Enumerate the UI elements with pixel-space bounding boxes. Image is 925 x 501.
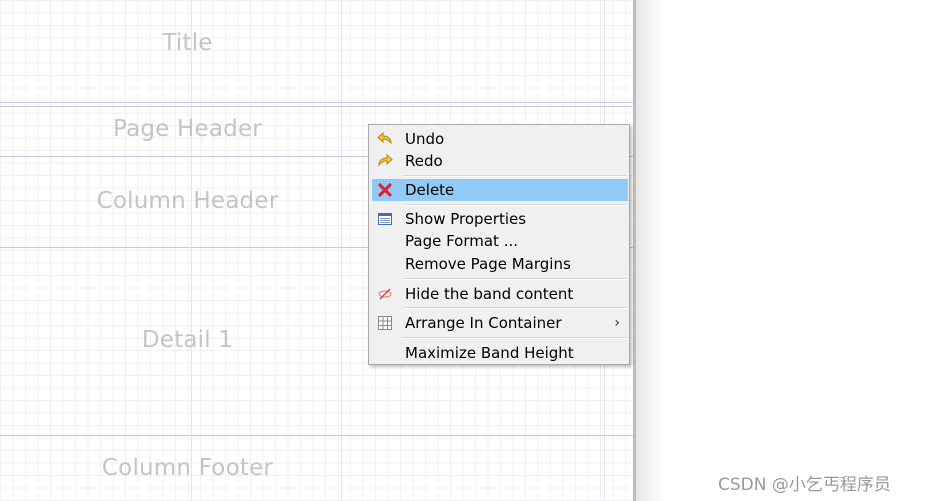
menu-separator [403, 175, 627, 177]
watermark: CSDN @小乞丐程序员 [718, 475, 891, 495]
canvas-shadow [636, 0, 664, 501]
band-column-footer-label: Column Footer [101, 455, 274, 481]
context-menu: Undo Redo Delete Show Properties Page Fo… [368, 124, 630, 365]
menu-separator [403, 307, 627, 309]
menu-item-undo[interactable]: Undo [372, 128, 628, 150]
band-separator[interactable] [0, 106, 633, 107]
menu-item-label: Show Properties [405, 210, 527, 228]
menu-item-label: Maximize Band Height [405, 344, 574, 362]
menu-separator [403, 204, 627, 206]
band-title-label: Title [162, 30, 213, 56]
band-separator[interactable] [0, 102, 633, 103]
band-detail-label: Detail 1 [141, 327, 234, 353]
redo-icon [377, 153, 393, 169]
properties-icon [377, 211, 393, 227]
menu-item-label: Undo [405, 130, 445, 148]
menu-item-show-properties[interactable]: Show Properties [372, 208, 628, 230]
menu-item-label: Page Format ... [405, 232, 519, 250]
menu-item-page-format[interactable]: Page Format ... [372, 230, 628, 252]
menu-item-arrange-in-container[interactable]: Arrange In Container › [372, 312, 628, 334]
menu-item-redo[interactable]: Redo [372, 150, 628, 172]
menu-separator [403, 278, 627, 280]
delete-icon [377, 182, 393, 198]
band-separator[interactable] [0, 435, 633, 436]
menu-item-maximize-band-height[interactable]: Maximize Band Height [372, 342, 628, 364]
menu-separator [403, 337, 627, 339]
menu-item-label: Redo [405, 152, 443, 170]
menu-item-label: Hide the band content [405, 285, 574, 303]
column-guide [191, 0, 192, 501]
undo-icon [377, 131, 393, 147]
grid-icon [377, 315, 393, 331]
menu-item-label: Remove Page Margins [405, 255, 571, 273]
menu-item-delete[interactable]: Delete [372, 179, 628, 201]
menu-item-hide-band-content[interactable]: Hide the band content [372, 283, 628, 305]
submenu-arrow-icon: › [614, 315, 620, 331]
hide-eye-icon [377, 286, 393, 302]
column-guide [341, 0, 342, 501]
band-column-header-label: Column Header [96, 188, 279, 214]
menu-item-label: Delete [405, 181, 455, 199]
menu-item-label: Arrange In Container [405, 314, 562, 332]
menu-item-remove-page-margins[interactable]: Remove Page Margins [372, 253, 628, 275]
band-page-header-label: Page Header [113, 116, 262, 142]
